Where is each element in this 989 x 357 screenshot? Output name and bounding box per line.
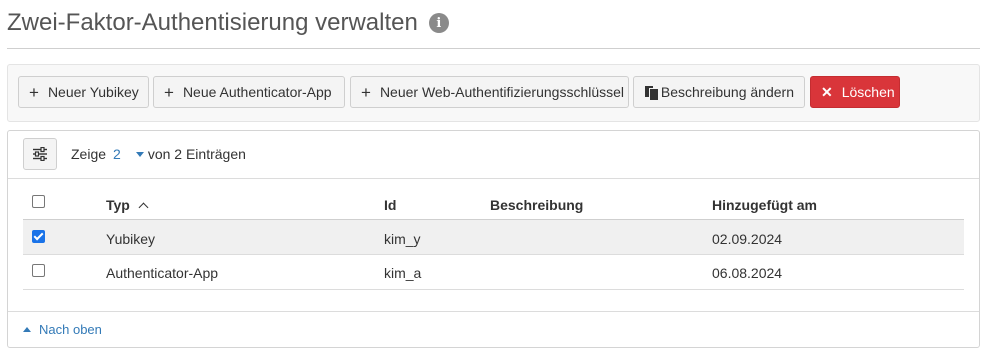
show-label: Zeige [71,146,107,162]
footer-divider [8,311,979,312]
plus-icon: + [361,82,371,102]
table-panel: Zeige 2 von 2 Einträgen Typ Id Beschreib… [7,130,980,348]
column-header-added-on[interactable]: Hinzugefügt am [712,197,817,213]
back-to-top-label: Nach oben [39,322,102,337]
page-title: Zwei-Faktor-Authentisierung verwalten [7,9,418,36]
close-icon: ✕ [821,84,833,100]
cell-id: kim_a [384,265,422,281]
cell-type: Authenticator-App [106,265,219,281]
divider [8,178,979,179]
sliders-icon [33,147,47,161]
new-yubikey-label: Neuer Yubikey [47,84,139,100]
cell-type: Yubikey [106,231,156,247]
back-to-top-link[interactable]: Nach oben [23,322,102,337]
new-authenticator-app-button[interactable]: + Neue Authenticator-App [153,76,345,108]
plus-icon: + [29,82,39,102]
new-yubikey-button[interactable]: + Neuer Yubikey [18,76,149,108]
column-header-description[interactable]: Beschreibung [490,197,583,213]
column-header-id[interactable]: Id [384,197,396,213]
change-description-label: Beschreibung ändern [660,84,794,100]
new-webauthn-key-label: Neuer Web-Authentifizierungsschlüssel [379,84,625,100]
change-description-button[interactable]: Beschreibung ändern [633,76,805,108]
cell-added-on: 02.09.2024 [712,231,783,247]
delete-button[interactable]: ✕ Löschen [810,76,900,108]
column-header-type[interactable]: Typ [106,197,149,213]
plus-icon: + [164,82,174,102]
column-settings-button[interactable] [23,138,57,170]
cell-added-on: 06.08.2024 [712,265,783,281]
sort-ascending-icon [138,202,149,213]
row-divider [23,254,964,255]
row-checkbox[interactable] [32,230,45,243]
new-webauthn-key-button[interactable]: + Neuer Web-Authentifizierungsschlüssel [350,76,629,108]
delete-label: Löschen [841,84,895,100]
page-size-value[interactable]: 2 [113,146,121,162]
info-circle-icon[interactable]: i [428,13,449,33]
table-row[interactable] [23,220,964,254]
select-all-checkbox[interactable] [32,195,45,208]
cell-id: kim_y [384,231,421,247]
caret-down-icon[interactable] [135,151,144,157]
caret-up-icon [23,327,31,332]
row-divider [23,289,964,290]
entries-count-label: von 2 Einträgen [147,146,246,162]
new-authenticator-app-label: Neue Authenticator-App [182,84,332,100]
page-header: Zwei-Faktor-Authentisierung verwalten i [7,8,980,49]
action-toolbar: + Neuer Yubikey + Neue Authenticator-App… [7,64,980,122]
row-checkbox[interactable] [32,264,45,277]
column-header-type-label: Typ [106,197,130,213]
copy-icon [644,85,659,101]
page-size-control: Zeige 2 von 2 Einträgen [71,146,246,162]
